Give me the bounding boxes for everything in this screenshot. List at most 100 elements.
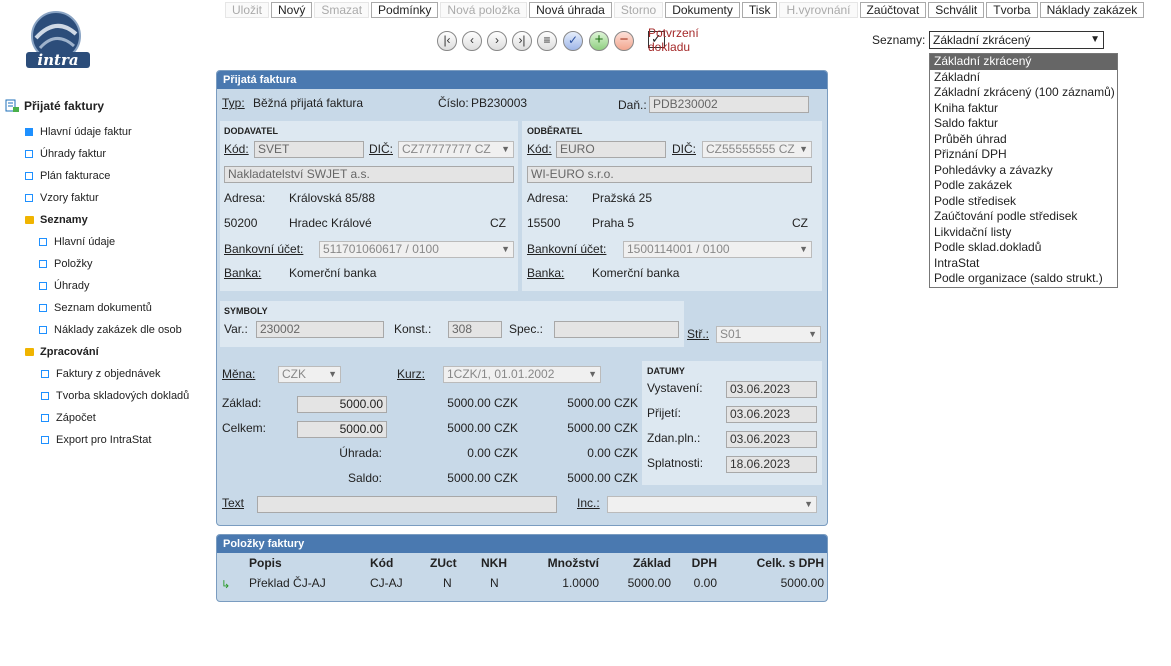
sidebar-item[interactable]: Náklady zakázek dle osob [39, 324, 182, 336]
items-column-header[interactable]: Množství [525, 556, 599, 570]
add-icon[interactable]: + [589, 31, 609, 51]
customer-kod-field[interactable]: EURO [556, 141, 666, 158]
customer-kod-label[interactable]: Kód: [527, 142, 552, 156]
vystaveni-field[interactable]: 03.06.2023 [726, 381, 817, 398]
seznamy-option[interactable]: Pohledávky a závazky [930, 163, 1117, 179]
sidebar-item[interactable]: Zápočet [41, 412, 96, 424]
sidebar-item[interactable]: Hlavní údaje faktur [25, 126, 132, 138]
supplier-name-field[interactable]: Nakladatelství SWJET a.s. [224, 166, 514, 183]
customer-bank-label[interactable]: Banka: [527, 266, 564, 280]
seznamy-option[interactable]: Základní zkrácený (100 záznamů) [930, 85, 1117, 101]
sidebar-item[interactable]: Tvorba skladových dokladů [41, 390, 189, 402]
seznamy-option[interactable]: IntraStat [930, 256, 1117, 272]
remove-icon[interactable]: − [614, 31, 634, 51]
customer-dic-label[interactable]: DIČ: [672, 142, 696, 156]
dan-field[interactable]: PDB230002 [649, 96, 809, 113]
supplier-dic-label[interactable]: DIČ: [369, 142, 393, 156]
toolbar-button-8[interactable]: Tisk [741, 2, 778, 18]
items-column-header[interactable]: ZUct [430, 556, 466, 570]
sidebar-item[interactable]: Seznam dokumentů [39, 302, 152, 314]
supplier-kod-field[interactable]: SVET [254, 141, 364, 158]
items-column-header[interactable]: Základ [600, 556, 671, 570]
seznamy-option[interactable]: Přiznání DPH [930, 147, 1117, 163]
supplier-bank-account-select[interactable]: 511701060617 / 0100 ▼ [319, 241, 514, 258]
str-select[interactable]: S01 ▼ [716, 326, 821, 343]
toolbar-button-2[interactable]: Smazat [314, 2, 370, 18]
seznamy-option[interactable]: Podle sklad.dokladů [930, 240, 1117, 256]
list-icon[interactable]: ≡ [537, 31, 557, 51]
splatnosti-field[interactable]: 18.06.2023 [726, 456, 817, 473]
toolbar-button-9[interactable]: H.vyrovnání [779, 2, 858, 18]
kurz-label[interactable]: Kurz: [397, 367, 425, 381]
previous-record-icon[interactable]: ‹ [462, 31, 482, 51]
seznamy-option[interactable]: Zaúčtování podle středisek [930, 209, 1117, 225]
sidebar-item[interactable]: Úhrady faktur [25, 148, 106, 160]
seznamy-option[interactable]: Kniha faktur [930, 101, 1117, 117]
toolbar-button-3[interactable]: Podmínky [371, 2, 439, 18]
str-label[interactable]: Stř.: [687, 327, 709, 341]
konst-field[interactable]: 308 [448, 321, 502, 338]
items-column-header[interactable]: Kód [370, 556, 420, 570]
confirm-document-checkbox[interactable]: ✓ Potvrzení dokladu [648, 26, 699, 54]
seznamy-option[interactable]: Podle středisek [930, 194, 1117, 210]
toolbar-button-12[interactable]: Tvorba [986, 2, 1038, 18]
toolbar-button-7[interactable]: Dokumenty [665, 2, 740, 18]
inc-select[interactable]: ▼ [607, 496, 817, 513]
customer-name-field[interactable]: WI-EURO s.r.o. [527, 166, 812, 183]
sidebar-item[interactable]: Úhrady [39, 280, 89, 292]
spec-field[interactable] [554, 321, 679, 338]
seznamy-option[interactable]: Základní zkrácený [930, 54, 1117, 70]
supplier-bank-label[interactable]: Banka: [224, 266, 261, 280]
seznamy-option[interactable]: Základní [930, 70, 1117, 86]
sidebar-item[interactable]: Export pro IntraStat [41, 434, 151, 446]
sidebar-item[interactable]: Zpracování [25, 346, 99, 358]
mena-select[interactable]: CZK ▼ [278, 366, 341, 383]
items-column-header[interactable]: NKH [481, 556, 511, 570]
seznamy-select[interactable]: Základní zkrácený ▼ [929, 31, 1104, 49]
seznamy-option[interactable]: Průběh úhrad [930, 132, 1117, 148]
toolbar-button-5[interactable]: Nová úhrada [529, 2, 612, 18]
items-column-header[interactable]: Celk. s DPH [720, 556, 824, 570]
row-arrow-icon[interactable]: ↳ [221, 578, 230, 591]
sidebar-title[interactable]: Přijaté faktury [5, 99, 104, 113]
toolbar-button-6[interactable]: Storno [613, 2, 664, 18]
supplier-kod-label[interactable]: Kód: [224, 142, 249, 156]
sidebar-item[interactable]: Položky [39, 258, 93, 270]
customer-dic-select[interactable]: CZ55555555 CZ ▼ [702, 141, 812, 158]
celkem-field[interactable]: 5000.00 [297, 421, 387, 438]
supplier-dic-select[interactable]: CZ77777777 CZ ▼ [398, 141, 514, 158]
typ-label[interactable]: Typ: [222, 96, 245, 110]
seznamy-option[interactable]: Podle zakázek [930, 178, 1117, 194]
sidebar-item[interactable]: Faktury z objednávek [41, 368, 161, 380]
last-record-icon[interactable]: ›| [512, 31, 532, 51]
confirm-check-icon[interactable]: ✓ [563, 31, 583, 51]
customer-bank-account-label[interactable]: Bankovní účet: [527, 242, 606, 256]
toolbar-button-13[interactable]: Náklady zakázek [1039, 2, 1145, 18]
zaklad-field[interactable]: 5000.00 [297, 396, 387, 413]
items-column-header[interactable]: Popis [249, 556, 359, 570]
toolbar-button-10[interactable]: Zaúčtovat [859, 2, 927, 18]
sidebar-item[interactable]: Plán fakturace [25, 170, 110, 182]
sidebar-item[interactable]: Seznamy [25, 214, 88, 226]
kurz-select[interactable]: 1CZK/1, 01.01.2002 ▼ [443, 366, 601, 383]
next-record-icon[interactable]: › [487, 31, 507, 51]
toolbar-button-1[interactable]: Nový [271, 2, 313, 18]
mena-label[interactable]: Měna: [222, 367, 255, 381]
seznamy-option[interactable]: Podle organizace (saldo strukt.) [930, 271, 1117, 287]
seznamy-option[interactable]: Saldo faktur [930, 116, 1117, 132]
zdan-field[interactable]: 03.06.2023 [726, 431, 817, 448]
toolbar-button-11[interactable]: Schválit [928, 2, 985, 18]
items-column-header[interactable]: DPH [676, 556, 717, 570]
seznamy-option[interactable]: Likvidační listy [930, 225, 1117, 241]
sidebar-item[interactable]: Vzory faktur [25, 192, 99, 204]
var-field[interactable]: 230002 [256, 321, 384, 338]
customer-bank-account-select[interactable]: 1500114001 / 0100 ▼ [623, 241, 812, 258]
prijeti-field[interactable]: 03.06.2023 [726, 406, 817, 423]
toolbar-button-0[interactable]: Uložit [225, 2, 270, 18]
toolbar-button-4[interactable]: Nová položka [440, 2, 528, 18]
text-label[interactable]: Text [222, 496, 244, 510]
first-record-icon[interactable]: |‹ [437, 31, 457, 51]
inc-label[interactable]: Inc.: [577, 496, 600, 510]
sidebar-item[interactable]: Hlavní údaje [39, 236, 115, 248]
supplier-bank-account-label[interactable]: Bankovní účet: [224, 242, 303, 256]
